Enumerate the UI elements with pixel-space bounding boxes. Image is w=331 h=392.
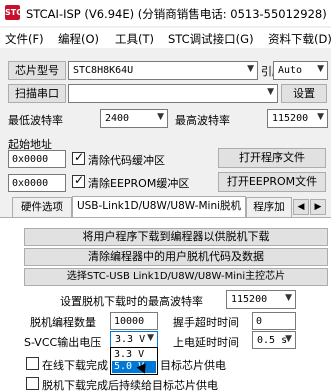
program-count-input[interactable]: 10000	[110, 312, 158, 330]
handshake-timeout-label: 握手超时时间	[173, 316, 239, 329]
code-address-input[interactable]: 0x0000	[8, 150, 66, 168]
menu-tools[interactable]: 工具(T)	[115, 31, 154, 47]
online-download-suffix: 目标芯片供电	[160, 359, 226, 372]
online-download-label: 在线下载完成	[42, 359, 108, 372]
chevron-down-icon: ▼	[285, 293, 292, 303]
svcc-voltage-label: S-VCC输出电压	[24, 336, 102, 349]
select-master-chip-button[interactable]: 选择STC-USB Link1D/U8W/U8W-Mini主控芯片	[24, 268, 328, 286]
eeprom-address-input[interactable]: 0x0000	[8, 174, 66, 192]
chevron-down-icon: ▼	[147, 333, 154, 343]
open-program-file-button[interactable]: 打开程序文件	[218, 148, 326, 168]
chevron-down-icon: ▼	[267, 87, 274, 97]
offline-max-baud-select[interactable]: 115200 ▼	[226, 290, 296, 309]
chevron-down-icon: ▼	[317, 64, 324, 74]
chip-model-button[interactable]: 芯片型号	[8, 61, 66, 80]
menu-bar: 文件(F) 编程(O) 工具(T) STC调试接口(G) 资料下载(D)	[0, 28, 331, 48]
offline-download-checkbox[interactable]	[26, 377, 39, 390]
min-baud-select[interactable]: 2400 ▼	[100, 109, 168, 128]
tab-usb-link-offline[interactable]: USB-Link1D/U8W/U8W-Mini脱机	[72, 196, 246, 218]
chip-model-select[interactable]: STC8H8K64U ▼	[68, 61, 258, 80]
settings-button[interactable]: 设置	[281, 84, 327, 103]
power-delay-value: 0.5 s	[257, 335, 288, 346]
tab-program-encrypt[interactable]: 程序加	[246, 197, 292, 217]
svcc-voltage-select[interactable]: 3.3 V ▼	[110, 331, 158, 348]
max-baud-label: 最高波特率	[175, 114, 230, 127]
menu-program[interactable]: 编程(O)	[58, 31, 99, 47]
menu-download-docs[interactable]: 资料下载(D)	[268, 31, 331, 47]
menu-file[interactable]: 文件(F)	[5, 31, 44, 47]
code-address-value: 0x0000	[12, 154, 49, 165]
clear-eeprom-label: 清除EEPROM缓冲区	[88, 177, 190, 190]
eeprom-address-value: 0x0000	[12, 178, 49, 189]
tab-hardware-options[interactable]: 硬件选项	[12, 197, 72, 217]
chip-model-value: STC8H8K64U	[73, 65, 134, 76]
max-baud-select[interactable]: 115200 ▼	[267, 109, 328, 128]
pins-select[interactable]: Auto ▼	[273, 61, 328, 80]
clear-eeprom-checkbox[interactable]	[72, 173, 85, 188]
tab-scroll-left-icon[interactable]: ◀	[293, 199, 309, 215]
chevron-down-icon: ▼	[317, 112, 324, 122]
port-select[interactable]: ▼	[68, 84, 278, 103]
chevron-down-icon: ▼	[247, 64, 254, 74]
min-baud-label: 最低波特率	[8, 114, 63, 127]
clear-code-label: 清除代码缓冲区	[88, 154, 165, 167]
svcc-option-3v3[interactable]: 3.3 V	[112, 349, 156, 361]
clear-code-checkbox[interactable]	[72, 150, 85, 165]
min-baud-value: 2400	[105, 113, 130, 124]
menu-stc-debug[interactable]: STC调试接口(G)	[168, 31, 254, 47]
title-bar: STC STCAI-ISP (V6.94E) (分销商销售电话: 0513-55…	[0, 0, 331, 26]
online-download-checkbox[interactable]	[26, 357, 39, 370]
handshake-timeout-input[interactable]: 0	[252, 312, 296, 330]
open-eeprom-file-button[interactable]: 打开EEPROM文件	[218, 172, 326, 192]
scan-port-button[interactable]: 扫描串口	[8, 84, 66, 103]
max-baud-value: 115200	[272, 113, 309, 124]
power-delay-select[interactable]: 0.5 s ▼	[252, 331, 296, 349]
tab-scroll-right-icon[interactable]: ▶	[310, 199, 326, 215]
offline-max-baud-label: 设置脱机下载时的最高波特率	[60, 295, 203, 308]
download-to-programmer-button[interactable]: 将用户程序下载到编程器以供脱机下载	[24, 228, 328, 246]
offline-download-label: 脱机下载完成后持续给目标芯片供电	[42, 379, 218, 392]
clear-offline-code-button[interactable]: 清除编程器中的用户脱机代码及数据	[24, 248, 328, 266]
offline-max-baud-value: 115200	[231, 294, 268, 305]
svcc-voltage-value: 3.3 V	[115, 334, 146, 345]
pins-value: Auto	[278, 65, 303, 76]
handshake-timeout-value: 0	[256, 316, 263, 327]
power-delay-label: 上电延时时间	[173, 336, 239, 349]
svcc-dropdown-list: 3.3 V 5.0 V	[110, 347, 158, 375]
program-count-label: 脱机编程数量	[30, 316, 96, 329]
window-title: STCAI-ISP (V6.94E) (分销商销售电话: 0513-550129…	[26, 7, 327, 21]
chevron-down-icon: ▼	[285, 334, 292, 344]
app-logo-icon: STC	[5, 5, 22, 20]
chevron-down-icon: ▼	[157, 112, 164, 122]
program-count-value: 10000	[114, 316, 145, 327]
